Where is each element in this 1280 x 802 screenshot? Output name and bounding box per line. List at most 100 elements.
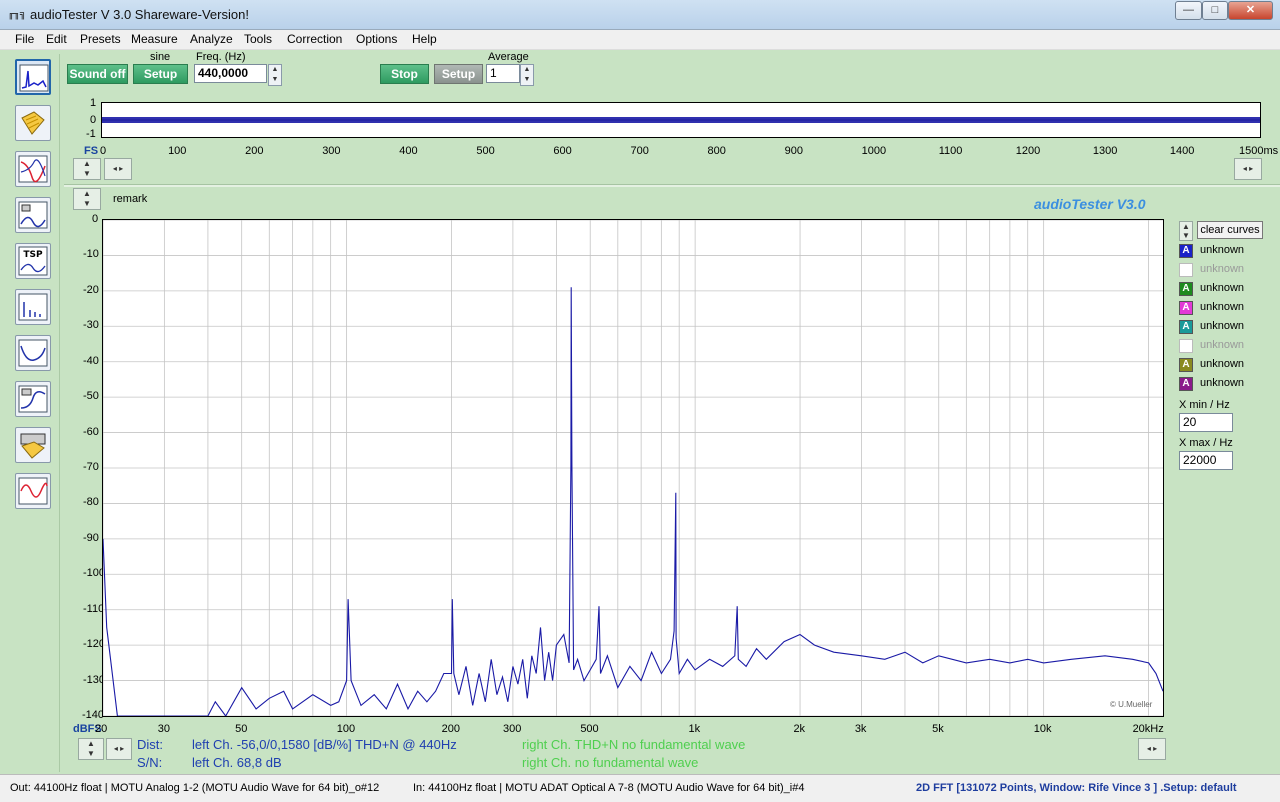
filter-icon[interactable] [15,335,51,371]
legend-label: unknown [1200,358,1245,370]
freq-label: Freq. (Hz) [196,51,246,63]
legend-item[interactable]: Aunknown [1179,281,1269,297]
x-tick-label: 30 [157,723,171,735]
generator-setup-button[interactable]: Setup [133,64,188,84]
copyright-note: © U.Mueller [1110,700,1153,709]
tsp-icon[interactable]: TSP [15,243,51,279]
dist-value: left Ch. -56,0/0,1580 [dB/%] THD+N @ 440… [192,737,457,752]
y-tick-label: -80 [83,496,99,509]
spectrum-trace [103,287,1163,716]
scope-ytick-minus1: -1 [86,128,96,140]
minimize-button[interactable]: — [1175,1,1202,20]
status-input-device: In: 44100Hz float | MOTU ADAT Optical A … [413,782,805,794]
curve-color-swatch[interactable]: A [1179,320,1193,334]
x-tick-label: 50 [235,723,248,735]
spectrum-plot [102,219,1164,717]
scope-xtick: 1100 [938,145,963,157]
menu-options[interactable]: Options [356,32,397,46]
legend-item[interactable]: Aunknown [1179,357,1269,373]
x-tick-label: 3k [854,723,867,735]
menu-tools[interactable]: Tools [244,32,272,46]
status-mode: 2D FFT [131072 Points, Window: Rife Vinc… [916,782,1237,794]
average-input[interactable]: 1 [486,64,520,83]
curve-color-swatch[interactable]: A [1179,244,1193,258]
scope-xtick: 900 [784,145,803,157]
legend-item[interactable]: unknown [1179,338,1269,354]
legend-item[interactable]: Aunknown [1179,243,1269,259]
dist-label: Dist: [137,737,163,752]
fft-spectrum-icon[interactable] [15,59,51,95]
mode-toolbar: TSP [8,54,60,772]
average-label: Average [488,51,529,63]
x-zoom-stepper[interactable]: ▲ ▼ [78,738,104,760]
menu-file[interactable]: File [15,32,34,46]
scope-scroll-buttons[interactable]: ◂ ▸ [104,158,132,180]
maximize-button[interactable]: □ [1202,1,1228,20]
menu-edit[interactable]: Edit [46,32,67,46]
legend-stepper[interactable]: ▲ ▼ [1179,221,1193,241]
scope-xtick: 1500ms [1239,145,1279,157]
curve-color-swatch[interactable] [1179,263,1193,277]
x-tick-label: 500 [580,723,599,735]
menu-measure[interactable]: Measure [131,32,178,46]
spectrum-svg [103,220,1163,716]
legend-label: unknown [1200,263,1245,275]
x-scroll-buttons[interactable]: ◂ ▸ [106,738,132,760]
xmin-input[interactable]: 20 [1179,413,1233,432]
frequency-input[interactable]: 440,0000 [194,64,267,83]
menu-presets[interactable]: Presets [80,32,121,46]
scope-xtick: 1400 [1169,145,1195,157]
loudspeaker-icon[interactable] [15,381,51,417]
y-tick-label: -50 [83,390,99,403]
curve-color-swatch[interactable]: A [1179,282,1193,296]
scope-xtick: 400 [399,145,418,157]
right-dist-value: right Ch. THD+N no fundamental wave [522,737,746,752]
app-icon: ╓╖╗ [8,9,27,20]
scope-xtick: 1300 [1092,145,1118,157]
curve-color-swatch[interactable]: A [1179,301,1193,315]
frequency-stepper[interactable]: ▲ ▼ [268,64,282,86]
legend-item[interactable]: Aunknown [1179,376,1269,392]
menu-help[interactable]: Help [412,32,437,46]
scope-xtick: 1200 [1015,145,1041,157]
curve-color-swatch[interactable]: A [1179,377,1193,391]
average-stepper[interactable]: ▲ ▼ [520,64,534,86]
legend-item[interactable]: Aunknown [1179,319,1269,335]
sound-off-button[interactable]: Sound off [67,64,128,84]
impedance-icon[interactable] [15,197,51,233]
remark-stepper[interactable]: ▲ ▼ [73,188,101,210]
y-tick-label: -70 [83,461,99,473]
frequency-response-icon[interactable] [15,151,51,187]
xmax-input[interactable]: 22000 [1179,451,1233,470]
status-output-device: Out: 44100Hz float | MOTU Analog 1-2 (MO… [10,782,380,794]
menu-analyze[interactable]: Analyze [190,32,233,46]
clear-curves-button[interactable]: clear curves [1197,221,1263,239]
files-icon[interactable] [15,427,51,463]
scope-xtick: 600 [553,145,572,157]
x-tick-label: 300 [502,723,522,735]
x-scroll-right-buttons[interactable]: ◂ ▸ [1138,738,1166,760]
y-tick-label: 0 [92,213,99,225]
plot-brand-title: audioTester V3.0 [1034,196,1146,212]
panel-divider[interactable] [64,184,1280,187]
oscilloscope-icon[interactable] [15,473,51,509]
close-button[interactable]: ✕ [1228,1,1273,20]
menu-bar: File Edit Presets Measure Analyze Tools … [0,30,1280,50]
curve-color-swatch[interactable] [1179,339,1193,353]
stop-button[interactable]: Stop [380,64,429,84]
x-tick-label: 200 [441,723,460,735]
scope-waveform [102,117,1260,123]
y-tick-label: -40 [83,354,99,367]
legend-item[interactable]: Aunknown [1179,300,1269,316]
scope-zoom-stepper[interactable]: ▲ ▼ [73,158,101,180]
right-sn-value: right Ch. no fundamental wave [522,755,699,770]
x-tick-label: 5k [932,723,944,735]
analyzer-setup-button[interactable]: Setup [434,64,483,84]
legend-item[interactable]: unknown [1179,262,1269,278]
distortion-icon[interactable] [15,289,51,325]
file-open-icon[interactable] [15,105,51,141]
menu-correction[interactable]: Correction [287,32,342,46]
scope-ytick-0: 0 [90,114,97,126]
curve-color-swatch[interactable]: A [1179,358,1193,372]
scope-scroll-right-buttons[interactable]: ◂ ▸ [1234,158,1262,180]
